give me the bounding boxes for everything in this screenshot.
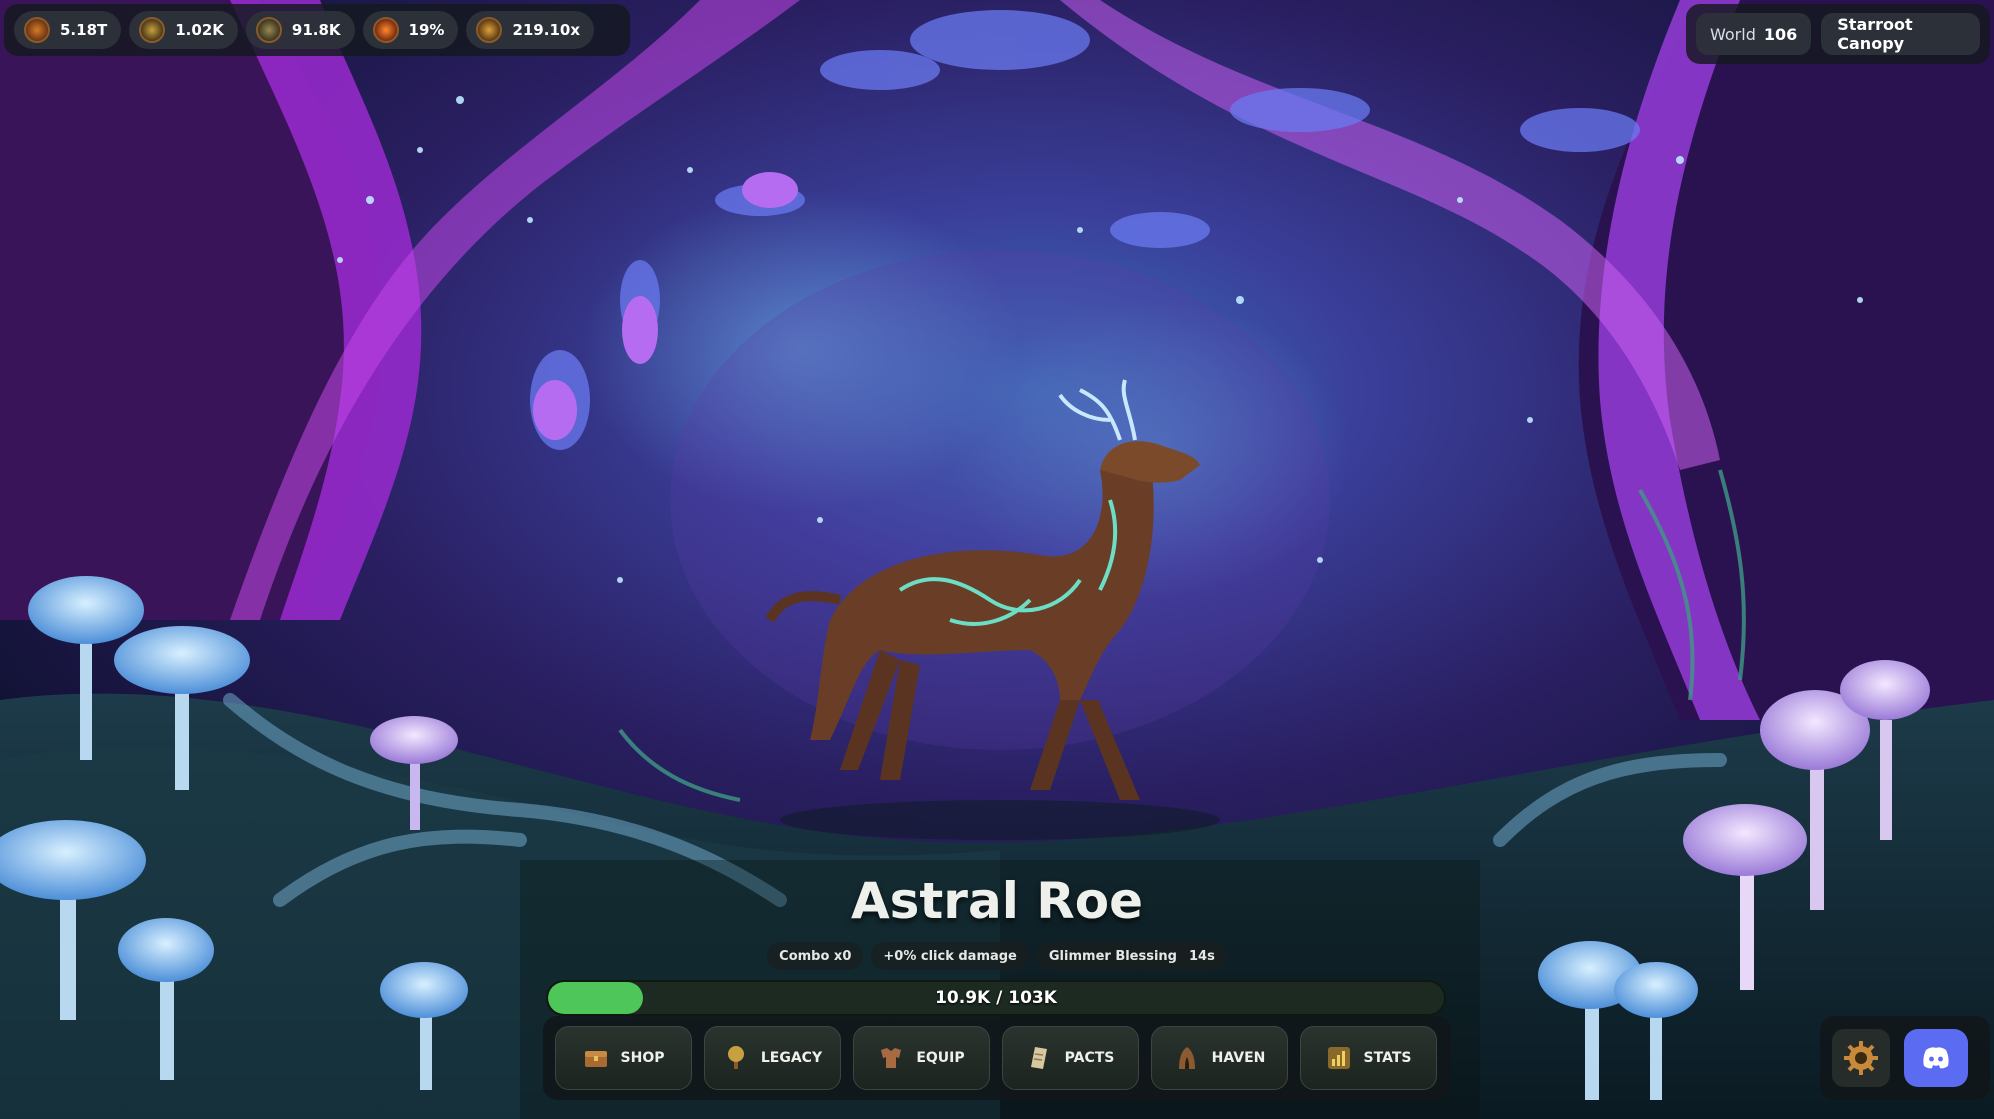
crit-icon bbox=[372, 17, 399, 43]
legacy-label: LEGACY bbox=[760, 1050, 823, 1066]
discord-icon bbox=[1923, 1047, 1949, 1069]
buff-row: Combo x0 +0% click damage Glimmer Blessi… bbox=[0, 942, 1994, 970]
legacy-button[interactable]: LEGACY bbox=[704, 1026, 841, 1090]
spark-icon bbox=[139, 17, 166, 43]
click-damage-badge: +0% click damage bbox=[871, 942, 1029, 970]
resource-bar: 5.18T 1.02K 91.8K 19% 219.10x bbox=[4, 4, 630, 56]
blessing-badge: Glimmer Blessing 14s bbox=[1036, 942, 1227, 970]
haven-button[interactable]: HAVEN bbox=[1151, 1026, 1288, 1090]
world-label: World bbox=[1710, 24, 1756, 44]
resource-multiplier: 219.10x bbox=[466, 11, 594, 49]
chest-icon bbox=[583, 1045, 609, 1071]
resource-value: 5.18T bbox=[60, 21, 108, 39]
main-nav: SHOP LEGACY EQUIP PACTS HAVEN STATS bbox=[543, 1016, 1451, 1100]
equip-label: EQUIP bbox=[916, 1050, 965, 1066]
combo-badge: Combo x0 bbox=[767, 942, 864, 970]
gear-icon bbox=[1844, 1041, 1878, 1075]
gem-icon bbox=[255, 17, 282, 43]
resource-gold: 5.18T bbox=[14, 11, 122, 49]
multiplier-icon bbox=[476, 17, 503, 43]
world-indicator[interactable]: World 106 bbox=[1696, 13, 1812, 55]
blessing-name: Glimmer Blessing bbox=[1048, 948, 1177, 964]
discord-button[interactable] bbox=[1904, 1029, 1968, 1087]
pacts-button[interactable]: PACTS bbox=[1002, 1026, 1139, 1090]
combo-text: Combo x0 bbox=[779, 948, 852, 964]
resource-value: 219.10x bbox=[512, 21, 580, 39]
enemy-health-bar: 10.9K / 103K bbox=[546, 980, 1446, 1016]
corner-buttons bbox=[1820, 1016, 1990, 1100]
settings-button[interactable] bbox=[1832, 1029, 1890, 1087]
shop-label: SHOP bbox=[620, 1050, 665, 1066]
click-damage-text: +0% click damage bbox=[883, 948, 1017, 964]
haven-label: HAVEN bbox=[1211, 1050, 1266, 1066]
tent-icon bbox=[1174, 1045, 1200, 1071]
world-number: 106 bbox=[1763, 24, 1798, 44]
world-panel: World 106 Starroot Canopy bbox=[1686, 4, 1990, 64]
stats-button[interactable]: STATS bbox=[1300, 1026, 1437, 1090]
resource-value: 91.8K bbox=[291, 21, 341, 39]
health-text: 10.9K / 103K bbox=[935, 988, 1057, 1008]
chart-icon bbox=[1326, 1045, 1352, 1071]
coin-icon bbox=[24, 17, 50, 43]
tree-icon bbox=[723, 1045, 749, 1071]
resource-spark: 1.02K bbox=[129, 11, 238, 49]
armor-icon bbox=[878, 1045, 904, 1071]
equip-button[interactable]: EQUIP bbox=[853, 1026, 990, 1090]
resource-crit: 19% bbox=[362, 11, 459, 49]
scroll-icon bbox=[1027, 1045, 1053, 1071]
resource-value: 19% bbox=[408, 21, 445, 39]
pacts-label: PACTS bbox=[1064, 1050, 1115, 1066]
stats-label: STATS bbox=[1363, 1050, 1412, 1066]
blessing-timer: 14s bbox=[1189, 948, 1215, 964]
zone-name[interactable]: Starroot Canopy bbox=[1821, 13, 1980, 55]
resource-value: 1.02K bbox=[175, 21, 224, 39]
enemy-name: Astral Roe bbox=[850, 872, 1144, 930]
resource-gem: 91.8K bbox=[245, 11, 355, 49]
shop-button[interactable]: SHOP bbox=[555, 1026, 692, 1090]
